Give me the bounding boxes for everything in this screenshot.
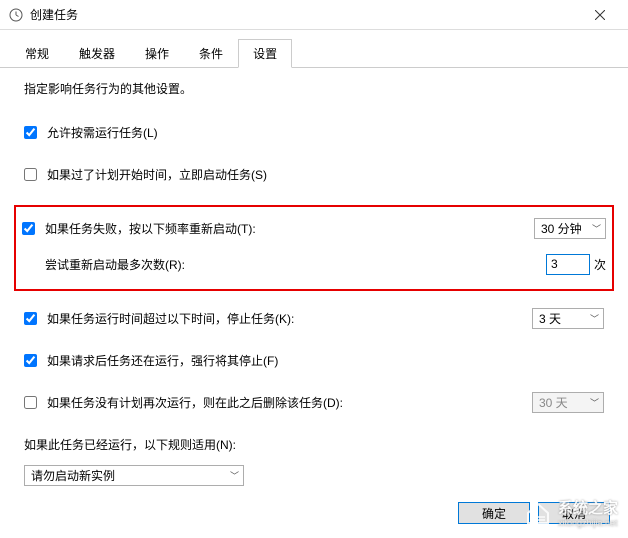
dialog-buttons: 确定 取消 [458, 502, 610, 524]
checkbox-restart-on-failure[interactable] [22, 222, 35, 235]
close-button[interactable] [580, 1, 620, 29]
label-run-if-missed: 如果过了计划开始时间，立即启动任务(S) [47, 166, 267, 183]
label-delete-after: 如果任务没有计划再次运行，则在此之后删除该任务(D): [47, 394, 343, 411]
tab-triggers[interactable]: 触发器 [64, 39, 130, 68]
tab-conditions[interactable]: 条件 [184, 39, 238, 68]
tab-settings[interactable]: 设置 [238, 39, 292, 68]
input-retry-count[interactable] [546, 254, 590, 275]
select-stop-duration-value: 3 天 [539, 310, 561, 327]
tab-strip: 常规 触发器 操作 条件 设置 [0, 30, 628, 68]
row-retry-count: 尝试重新启动最多次数(R): 次 [22, 253, 606, 275]
checkbox-stop-if-long[interactable] [24, 312, 37, 325]
select-if-running-rule-value: 请勿启动新实例 [31, 467, 115, 484]
row-restart-on-failure: 如果任务失败，按以下频率重新启动(T): 30 分钟 ﹀ [22, 217, 606, 239]
retry-suffix: 次 [594, 256, 606, 273]
app-icon [8, 7, 24, 23]
checkbox-run-if-missed[interactable] [24, 168, 37, 181]
row-if-running: 如果此任务已经运行，以下规则适用(N): [24, 433, 604, 455]
settings-panel: 指定影响任务行为的其他设置。 允许按需运行任务(L) 如果过了计划开始时间，立即… [0, 68, 628, 498]
row-allow-demand-run: 允许按需运行任务(L) [24, 121, 604, 143]
tab-general[interactable]: 常规 [10, 39, 64, 68]
ok-button[interactable]: 确定 [458, 502, 530, 524]
row-delete-after: 如果任务没有计划再次运行，则在此之后删除该任务(D): 30 天 ﹀ [24, 391, 604, 413]
chevron-down-icon: ﹀ [590, 312, 599, 325]
checkbox-force-stop[interactable] [24, 354, 37, 367]
row-stop-if-long: 如果任务运行时间超过以下时间，停止任务(K): 3 天 ﹀ [24, 307, 604, 329]
select-delete-after-value: 30 天 [539, 394, 568, 411]
tab-actions[interactable]: 操作 [130, 39, 184, 68]
label-if-running: 如果此任务已经运行，以下规则适用(N): [24, 436, 236, 453]
select-delete-after: 30 天 ﹀ [532, 392, 604, 413]
chevron-down-icon: ﹀ [592, 222, 601, 235]
select-if-running-rule[interactable]: 请勿启动新实例 ﹀ [24, 465, 244, 486]
panel-subtitle: 指定影响任务行为的其他设置。 [24, 80, 604, 97]
chevron-down-icon: ﹀ [590, 396, 599, 409]
select-restart-interval-value: 30 分钟 [541, 220, 582, 237]
titlebar: 创建任务 [0, 0, 628, 30]
checkbox-allow-demand-run[interactable] [24, 126, 37, 139]
if-running-rule-container: 请勿启动新实例 ﹀ [24, 465, 604, 486]
label-force-stop: 如果请求后任务还在运行，强行将其停止(F) [47, 352, 278, 369]
checkbox-delete-after[interactable] [24, 396, 37, 409]
restart-on-failure-group: 如果任务失败，按以下频率重新启动(T): 30 分钟 ﹀ 尝试重新启动最多次数(… [14, 205, 614, 291]
row-run-if-missed: 如果过了计划开始时间，立即启动任务(S) [24, 163, 604, 185]
label-stop-if-long: 如果任务运行时间超过以下时间，停止任务(K): [47, 310, 294, 327]
row-force-stop: 如果请求后任务还在运行，强行将其停止(F) [24, 349, 604, 371]
label-retry-count: 尝试重新启动最多次数(R): [45, 256, 185, 273]
select-restart-interval[interactable]: 30 分钟 ﹀ [534, 218, 606, 239]
select-stop-duration[interactable]: 3 天 ﹀ [532, 308, 604, 329]
window-title: 创建任务 [30, 6, 580, 23]
chevron-down-icon: ﹀ [230, 469, 239, 482]
label-restart-on-failure: 如果任务失败，按以下频率重新启动(T): [45, 220, 256, 237]
label-allow-demand-run: 允许按需运行任务(L) [47, 124, 158, 141]
cancel-button[interactable]: 取消 [538, 502, 610, 524]
